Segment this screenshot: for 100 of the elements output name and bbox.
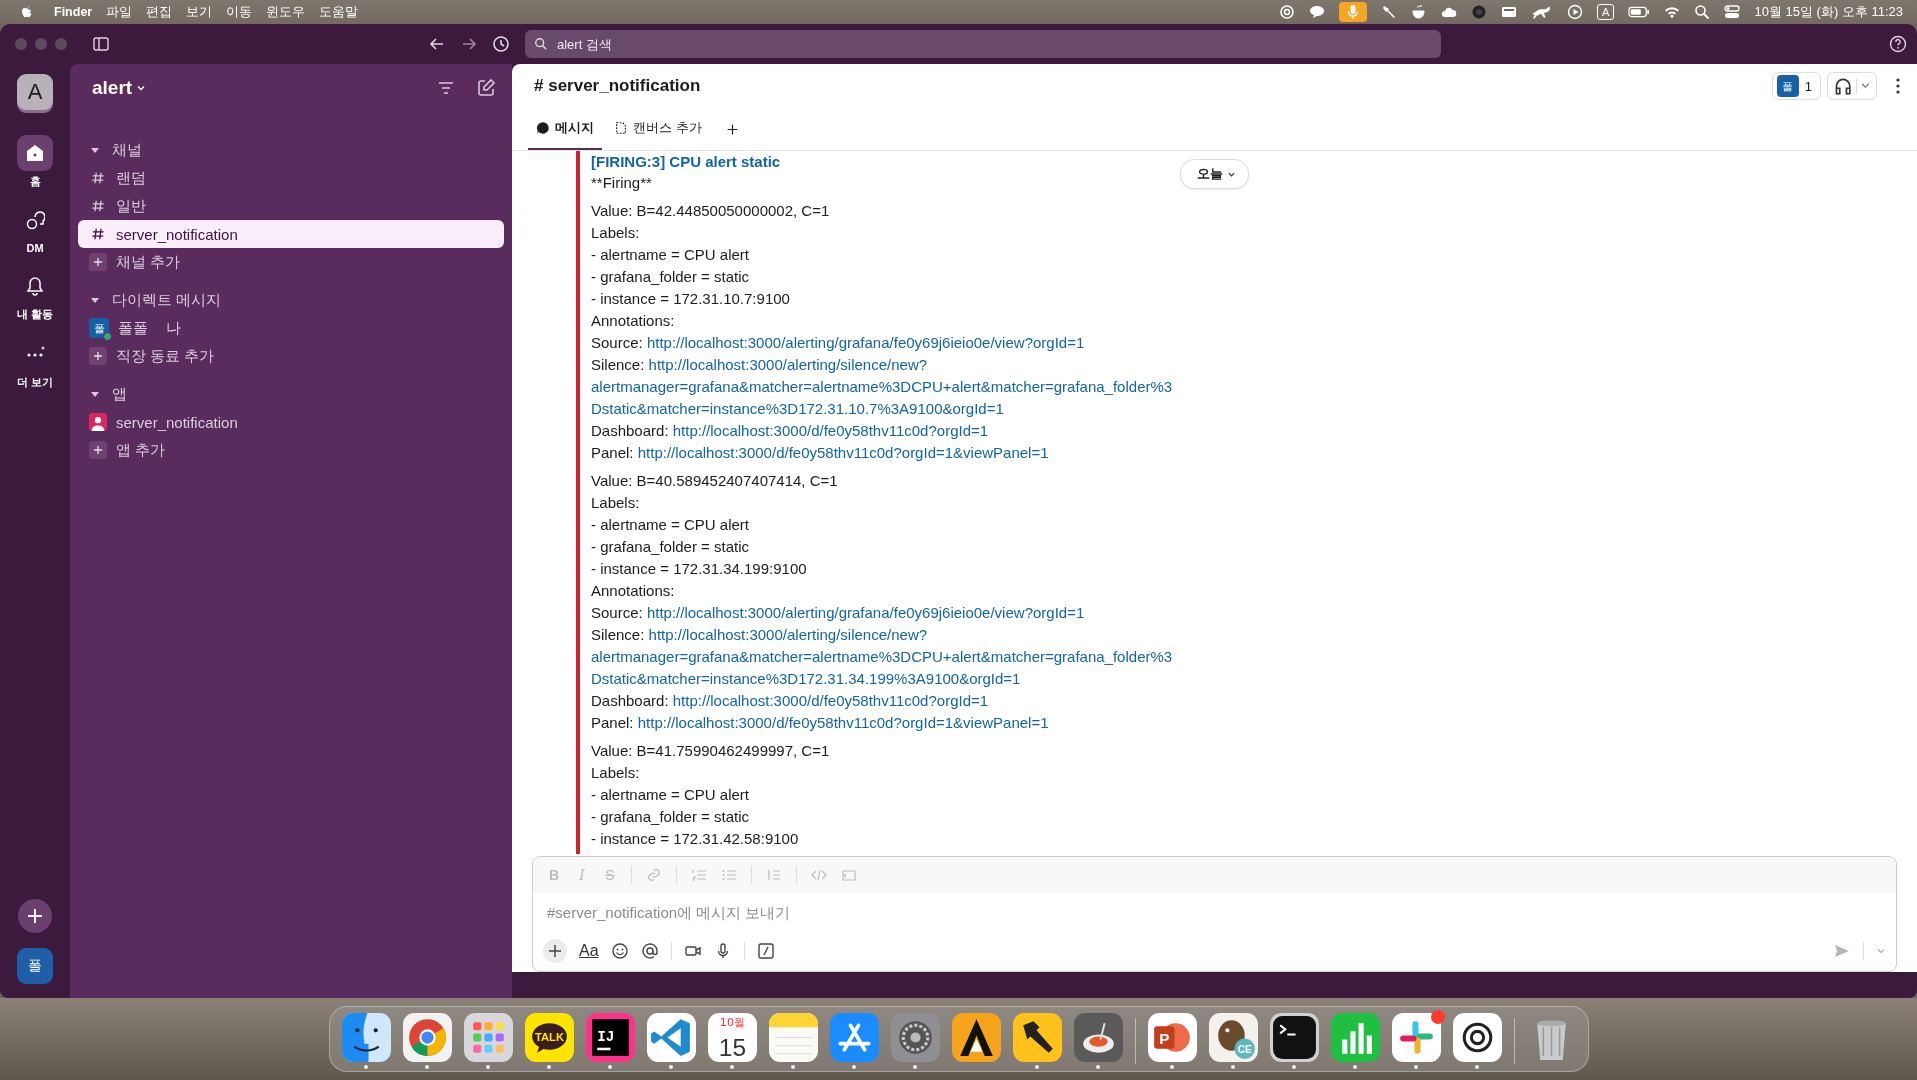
url-link[interactable]: http://localhost:3000/alerting/silence/new?: [648, 626, 928, 643]
chat-hash-app-icon[interactable]: [1391, 1013, 1441, 1062]
hammer-icon[interactable]: [1381, 4, 1398, 20]
workspace-name[interactable]: alert: [92, 77, 133, 99]
browser-app-icon[interactable]: [402, 1013, 452, 1062]
url-link[interactable]: http://localhost:3000/d/fe0y58thv11c0d?orgId=1: [672, 422, 989, 439]
huddle-button[interactable]: [1827, 72, 1877, 100]
apple-icon[interactable]: [20, 4, 34, 20]
add-workspace-icon[interactable]: [17, 898, 53, 934]
message-text: Labels:: [591, 493, 641, 513]
compose-icon[interactable]: [476, 78, 496, 98]
add-tab-icon[interactable]: [725, 122, 739, 136]
url-link[interactable]: Dstatic&matcher=instance%3D172.31.10.7%3A9100&orgId=1: [591, 400, 1004, 417]
microphone-button[interactable]: [1339, 2, 1368, 22]
menu-item[interactable]: 편집: [146, 3, 173, 21]
sidebar-item[interactable]: 폴 폴폴 나: [78, 314, 504, 342]
terminal-app-icon[interactable]: [1269, 1013, 1319, 1062]
message-composer[interactable]: B I S #server_notification에 메시지 보내기 Aa: [532, 856, 1897, 972]
url-link[interactable]: http://localhost:3000/d/fe0y58thv11c0d?orgId=1&viewPanel=1: [637, 714, 1049, 731]
editor-app-icon[interactable]: [646, 1013, 696, 1062]
sidebar-item[interactable]: 랜덤: [78, 164, 504, 192]
search-field[interactable]: alert 검색: [525, 30, 1441, 58]
message-text: - grafana_folder = static: [591, 537, 750, 557]
knot-icon[interactable]: [1279, 4, 1296, 20]
rail-nav-item[interactable]: 내 활동: [16, 268, 54, 322]
plus-icon[interactable]: [543, 939, 567, 963]
section-header[interactable]: 다이렉트 메시지: [78, 286, 504, 314]
url-link[interactable]: Dstatic&matcher=instance%3D172.31.34.199%3A9100&orgId=1: [591, 670, 1021, 687]
keyboard-icon[interactable]: [1501, 4, 1518, 20]
sidebar-item[interactable]: server_notification: [78, 408, 504, 436]
grid-app-icon[interactable]: [463, 1013, 513, 1062]
channel-tab[interactable]: 캔버스 추가: [606, 108, 710, 150]
store-app-icon[interactable]: [829, 1013, 879, 1062]
hash-icon: [91, 171, 105, 185]
caret-icon[interactable]: [136, 83, 147, 93]
slides-app-icon[interactable]: P: [1147, 1013, 1197, 1062]
sidebar-toggle-icon[interactable]: [92, 35, 110, 53]
record-icon[interactable]: [1471, 4, 1488, 20]
input-source-indicator[interactable]: A: [1597, 4, 1615, 20]
wifi-icon[interactable]: [1664, 4, 1681, 20]
url-link[interactable]: http://localhost:3000/alerting/silence/new?: [648, 356, 928, 373]
user-avatar: 폴: [89, 318, 109, 338]
rail-nav-item[interactable]: 더 보기: [16, 336, 54, 390]
menu-bar-clock[interactable]: 10월 15일 (화) 오후 11:23: [1754, 3, 1903, 21]
url-link[interactable]: http://localhost:3000/alerting/grafana/fe0y69j6ieio0e/view?orgId=1: [646, 334, 1085, 351]
knot-app-icon[interactable]: [1452, 1013, 1502, 1062]
message-text: Annotations:: [591, 581, 676, 601]
menu-item[interactable]: Finder: [54, 5, 93, 19]
workspace-avatar[interactable]: A: [17, 74, 53, 110]
ide-app-icon[interactable]: IJ: [585, 1013, 635, 1062]
menu-item[interactable]: 파일: [106, 3, 133, 21]
mention-icon[interactable]: [640, 942, 659, 960]
cup-icon[interactable]: [1411, 4, 1428, 20]
history-clock-icon[interactable]: [492, 35, 510, 53]
notes-app-icon[interactable]: [768, 1013, 818, 1062]
members-button[interactable]: 폴 1: [1771, 72, 1821, 100]
plate-app-icon[interactable]: [1073, 1013, 1123, 1062]
calendar-app-icon[interactable]: 10월 15: [707, 1013, 757, 1062]
search-input[interactable]: alert 검색: [555, 35, 1441, 53]
menu-item[interactable]: 윈도우: [266, 3, 306, 21]
hammer-app-icon[interactable]: [1012, 1013, 1062, 1062]
url-link[interactable]: alertmanager=grafana&matcher=alertname%3DCPU+alert&matcher=grafana_folder%3: [591, 648, 1173, 665]
play-icon[interactable]: [1567, 4, 1584, 20]
alert-title-link[interactable]: [FIRING:3] CPU alert static: [591, 152, 781, 172]
sidebar-item[interactable]: 직장 동료 추가: [78, 342, 504, 370]
message-text: Value: B=42.44850050000002, C=1: [591, 201, 831, 221]
sidebar-item[interactable]: 앱 추가: [78, 436, 504, 464]
search-icon[interactable]: [1694, 4, 1711, 20]
url-link[interactable]: alertmanager=grafana&matcher=alertname%3DCPU+alert&matcher=grafana_folder%3: [591, 378, 1173, 395]
chat-app-icon[interactable]: TALK: [524, 1013, 574, 1062]
chart-app-icon[interactable]: [1330, 1013, 1380, 1062]
text-format-button[interactable]: Aa: [579, 942, 599, 960]
menu-item[interactable]: 도움말: [319, 3, 359, 21]
channel-title[interactable]: # server_notification: [534, 76, 701, 96]
url-link[interactable]: http://localhost:3000/d/fe0y58thv11c0d?orgId=1: [672, 692, 989, 709]
url-link[interactable]: http://localhost:3000/d/fe0y58thv11c0d?orgId=1&viewPanel=1: [637, 444, 1049, 461]
face-app-icon[interactable]: [341, 1013, 391, 1062]
speech-bubble-icon[interactable]: [1309, 4, 1326, 20]
section-header[interactable]: 채널: [78, 136, 504, 164]
date-divider-pill[interactable]: 오늘: [1180, 159, 1249, 189]
channel-tab[interactable]: 메시지: [528, 108, 602, 150]
user-avatar[interactable]: 폴: [17, 948, 53, 984]
message-text: - grafana_folder = static: [591, 267, 750, 287]
section-header[interactable]: 앱: [78, 380, 504, 408]
rail-nav-item[interactable]: DM: [17, 203, 53, 254]
menu-item[interactable]: 이동: [226, 3, 253, 21]
more-options-icon[interactable]: [1895, 77, 1901, 95]
sidebar-item[interactable]: 채널 추가: [78, 248, 504, 276]
triangle-app-icon[interactable]: [951, 1013, 1001, 1062]
sidebar-item[interactable]: server_notification: [78, 220, 504, 248]
menu-item[interactable]: 보기: [186, 3, 213, 21]
help-icon[interactable]: [1889, 35, 1907, 53]
gear-app-icon[interactable]: [890, 1013, 940, 1062]
message-text: Panel: http://localhost:3000/d/fe0y58thv11c0d?orgId=1&viewPanel=1: [591, 443, 1050, 463]
slash-command-icon[interactable]: [756, 942, 775, 960]
emoji-icon[interactable]: [610, 942, 629, 960]
control-center-icon[interactable]: [1724, 4, 1741, 20]
sidebar-item[interactable]: 일반: [78, 192, 504, 220]
url-link[interactable]: http://localhost:3000/alerting/grafana/fe0y69j6ieio0e/view?orgId=1: [646, 604, 1085, 621]
message-text: - instance = 172.31.10.7:9100: [591, 289, 791, 309]
